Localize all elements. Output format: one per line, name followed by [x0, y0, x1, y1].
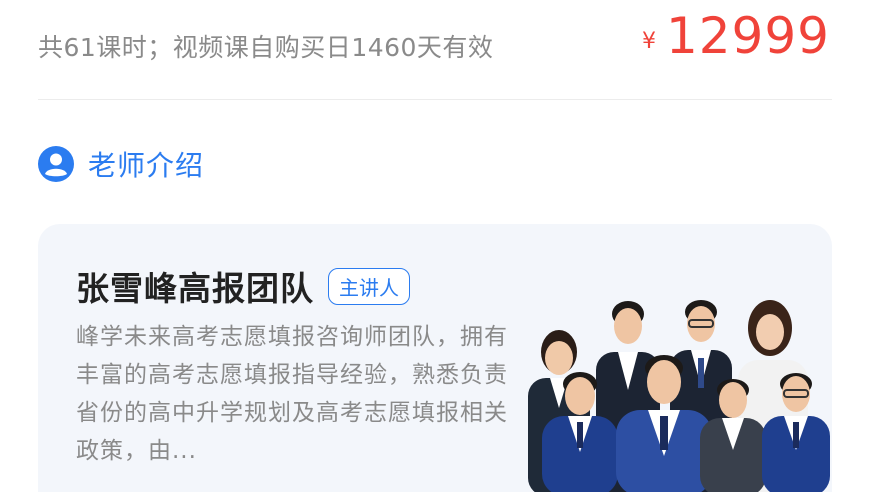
teacher-card[interactable]: 张雪峰高报团队 主讲人 峰学未来高考志愿填报咨询师团队，拥有丰富的高考志愿填报指…: [38, 224, 832, 492]
section-title: 老师介绍: [88, 149, 205, 182]
price-currency: ¥: [641, 29, 656, 54]
teacher-name: 张雪峰高报团队: [76, 269, 314, 308]
teacher-header: 张雪峰高报团队 主讲人: [76, 262, 410, 310]
divider: [38, 99, 832, 100]
price-amount: 12999: [665, 7, 830, 65]
course-price: ¥ 12999: [642, 6, 830, 66]
course-detail-page: 共61课时；视频课自购买日1460天有效 ¥ 12999 老师介绍 张雪峰高报团…: [0, 0, 870, 492]
teacher-team-photo: [528, 300, 830, 492]
user-avatar-icon: [38, 146, 74, 182]
role-badge: 主讲人: [328, 267, 410, 305]
course-meta-text: 共61课时；视频课自购买日1460天有效: [38, 33, 494, 62]
teacher-description: 峰学未来高考志愿填报咨询师团队，拥有丰富的高考志愿填报指导经验，熟悉负责省份的高…: [76, 324, 508, 464]
section-header-teacher-intro: 老师介绍: [38, 144, 204, 184]
